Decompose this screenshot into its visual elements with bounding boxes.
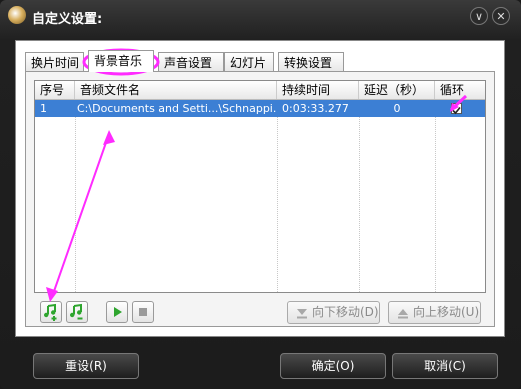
close-button[interactable]: ✕	[492, 7, 510, 25]
title-bar: 自定义设置: ∨ ✕	[0, 0, 521, 34]
column-header-loop[interactable]: 循环	[435, 81, 485, 99]
column-header-duration[interactable]: 持续时间	[277, 81, 359, 99]
table-row[interactable]: 1 C:\Documents and Setti...\Schnappi.mp3…	[35, 100, 485, 117]
move-down-label: 向下移动(D)	[312, 305, 379, 319]
tab-transition-time[interactable]: 换片时间	[25, 52, 84, 72]
move-up-button[interactable]: 向上移动(U)	[388, 301, 481, 324]
column-divider	[435, 117, 436, 292]
music-remove-icon	[70, 303, 83, 320]
check-icon	[452, 106, 461, 115]
window-title: 自定义设置:	[32, 12, 103, 27]
audio-list[interactable]: 序号 音频文件名 持续时间 延迟（秒） 循环 1 C:\Documents an…	[34, 80, 486, 293]
reset-button[interactable]: 重设(R)	[33, 353, 139, 379]
row-index: 1	[40, 102, 47, 115]
column-divider	[75, 117, 76, 292]
tab-slideshow[interactable]: 幻灯片	[224, 52, 274, 72]
column-header-filename[interactable]: 音频文件名	[75, 81, 277, 99]
move-up-label: 向上移动(U)	[413, 305, 480, 319]
music-add-icon	[44, 303, 57, 321]
move-down-button[interactable]: 向下移动(D)	[287, 301, 380, 324]
cancel-button[interactable]: 取消(C)	[392, 353, 498, 379]
stop-button[interactable]	[132, 301, 154, 323]
minimize-button[interactable]: ∨	[470, 7, 488, 25]
column-header-delay[interactable]: 延迟（秒）	[359, 81, 435, 99]
arrow-down-icon	[297, 309, 307, 319]
app-logo-icon	[8, 6, 26, 24]
stop-icon	[139, 308, 147, 316]
column-header-index[interactable]: 序号	[35, 81, 75, 99]
ok-button[interactable]: 确定(O)	[280, 353, 386, 379]
tab-conversion-settings[interactable]: 转换设置	[278, 52, 344, 72]
tab-sound-settings[interactable]: 声音设置	[158, 52, 224, 72]
row-delay: 0	[393, 102, 401, 115]
remove-music-button[interactable]	[66, 301, 88, 323]
row-duration: 0:03:33.277	[282, 102, 349, 115]
play-button[interactable]	[106, 301, 128, 323]
column-divider	[277, 117, 278, 292]
row-filename: C:\Documents and Setti...\Schnappi.mp3	[77, 102, 277, 115]
list-header: 序号 音频文件名 持续时间 延迟（秒） 循环	[35, 81, 485, 100]
play-icon	[114, 307, 122, 317]
add-music-button[interactable]	[40, 301, 62, 323]
column-divider	[359, 117, 360, 292]
tab-background-music[interactable]: 背景音乐	[88, 50, 154, 72]
arrow-up-icon	[398, 309, 408, 319]
settings-window: 自定义设置: ∨ ✕ 换片时间 背景音乐 声音设置 幻灯片 转换设置 序号 音频…	[0, 0, 521, 389]
loop-checkbox[interactable]	[451, 103, 462, 115]
